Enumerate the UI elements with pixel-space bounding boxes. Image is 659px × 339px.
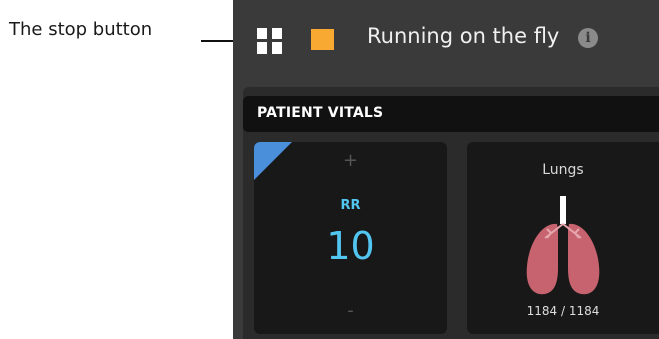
panel-title: PATIENT VITALS bbox=[257, 105, 384, 121]
stop-button[interactable] bbox=[311, 29, 334, 50]
lungs-label: Lungs bbox=[542, 162, 584, 178]
app-window: Running on the fly i PATIENT VITALS + RR… bbox=[233, 0, 659, 339]
increase-rr-button[interactable]: + bbox=[254, 150, 447, 171]
rr-value: 10 bbox=[326, 224, 375, 268]
panel-header: PATIENT VITALS bbox=[243, 96, 659, 132]
info-icon[interactable]: i bbox=[578, 28, 598, 48]
lungs-card[interactable]: Lungs 1184 / 1184 bbox=[467, 142, 659, 334]
decrease-rr-button[interactable]: - bbox=[254, 300, 447, 321]
pause-icon[interactable] bbox=[257, 28, 283, 54]
callout-label: The stop button bbox=[9, 19, 153, 40]
lungs-value: 1184 / 1184 bbox=[526, 304, 600, 318]
top-bar: Running on the fly i bbox=[233, 0, 659, 78]
rr-label: RR bbox=[340, 198, 361, 213]
scenario-title: Running on the fly bbox=[367, 24, 560, 48]
rr-card[interactable]: + RR 10 - bbox=[254, 142, 447, 334]
lungs-icon bbox=[526, 196, 600, 295]
